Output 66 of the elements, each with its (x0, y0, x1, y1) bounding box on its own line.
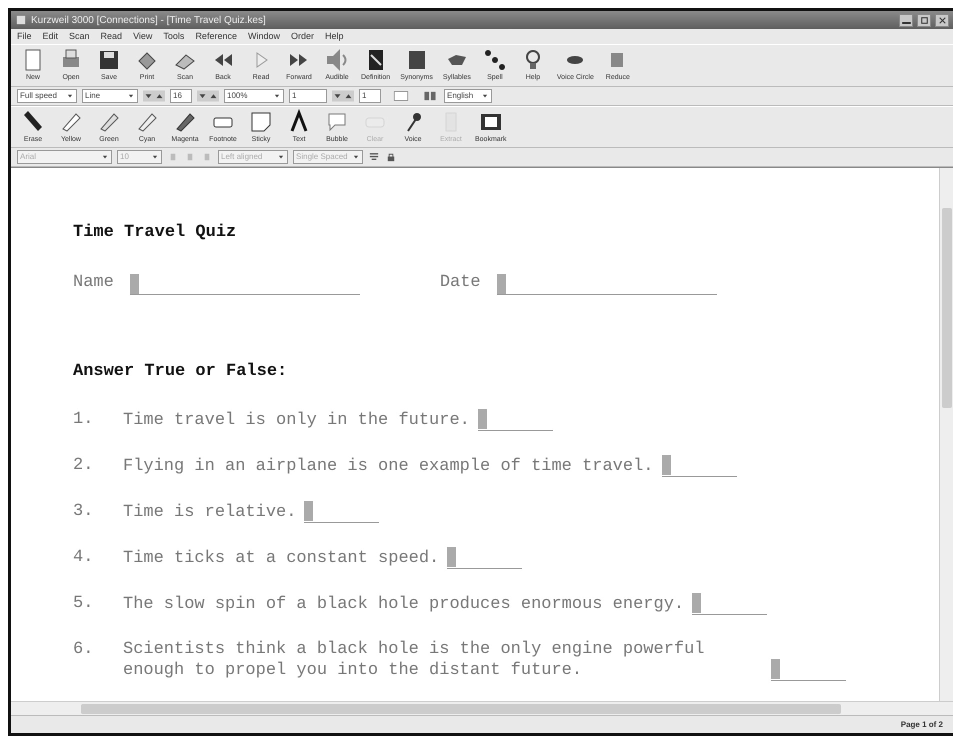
field-label: Name (73, 272, 114, 294)
close-button[interactable] (935, 14, 949, 26)
question-text: The slow spin of a black hole produces enormous energy. (123, 594, 684, 614)
menu-item[interactable]: View (133, 30, 152, 44)
question-number: 6. (73, 638, 94, 660)
question-number: 5. (73, 592, 94, 614)
answer-blank[interactable] (447, 546, 522, 568)
spin-down-icon (143, 90, 154, 102)
text-format-icon (368, 151, 380, 163)
menu-item[interactable]: Scan (69, 30, 90, 44)
horizontal-scrollbar[interactable] (11, 701, 953, 715)
lock-icon (385, 151, 397, 163)
number-field[interactable]: 1 (359, 88, 381, 102)
close-icon (938, 16, 946, 24)
maximize-icon (920, 16, 928, 24)
answer-blank[interactable] (692, 592, 768, 614)
minimize-icon (902, 22, 910, 24)
menu-item[interactable]: File (17, 30, 32, 44)
spin-up-icon (208, 90, 219, 102)
spin-up-icon (343, 90, 354, 102)
question-text: Time travel is only in the future. (123, 410, 470, 430)
menu-item[interactable]: Order (290, 30, 314, 44)
spin-down-icon (197, 90, 208, 102)
answer-blank[interactable] (478, 408, 553, 430)
number-field[interactable]: 1 (289, 88, 327, 102)
instructions: Answer True or False: (73, 361, 288, 383)
dropdown-arrow-icon (352, 153, 360, 161)
unit-dropdown[interactable]: Line (82, 88, 138, 102)
menu-item[interactable]: Help (325, 30, 344, 44)
spin-down-icon (332, 90, 343, 102)
answer-blank[interactable] (304, 500, 380, 522)
dropdown-arrow-icon (101, 153, 109, 161)
question-text: Flying in an airplane is one example of time travel. (123, 456, 654, 476)
number-field[interactable]: 16 (170, 88, 192, 102)
menu-item[interactable]: Edit (42, 30, 58, 44)
menu-item[interactable]: Tools (163, 30, 184, 44)
speed-dropdown[interactable]: Full speed (17, 88, 77, 102)
page-indicator: Page 1 of 2 (900, 718, 943, 730)
question-number: 2. (73, 454, 94, 476)
spin-up-icon (154, 90, 165, 102)
question-number: 1. (73, 408, 94, 430)
window-title: Kurzweil 3000 [Connections] - [Time Travel Quiz.kes] (31, 14, 267, 28)
vertical-scrollbar[interactable] (939, 168, 953, 701)
document-title: Time Travel Quiz (73, 222, 238, 244)
menu-item[interactable]: Reference (195, 30, 237, 44)
question-number: 4. (73, 546, 94, 568)
zoom-dropdown[interactable]: 100% (224, 88, 284, 102)
maximize-button[interactable] (917, 14, 931, 26)
scroll-thumb[interactable] (81, 704, 841, 714)
answer-blank[interactable] (662, 454, 736, 476)
dropdown-arrow-icon (151, 153, 159, 161)
question-text: Time ticks at a constant speed. (123, 548, 440, 568)
answer-blank[interactable] (771, 658, 846, 680)
question-text: Scientists think a black hole is the only engine powerful enough to propel you into the distant future. (123, 638, 706, 680)
question-text: Time is relative. (123, 502, 296, 522)
field-label: Date (440, 272, 481, 294)
language-dropdown[interactable]: English (444, 88, 492, 102)
question-number: 3. (73, 500, 94, 522)
answer-blank[interactable] (496, 273, 717, 295)
menu-item[interactable]: Window (248, 30, 280, 44)
app-icon (15, 14, 27, 26)
dropdown-arrow-icon (277, 153, 285, 161)
scroll-thumb[interactable] (942, 208, 952, 408)
minimize-button[interactable] (899, 14, 913, 26)
answer-blank[interactable] (130, 273, 360, 295)
menu-item[interactable]: Read (100, 30, 122, 44)
